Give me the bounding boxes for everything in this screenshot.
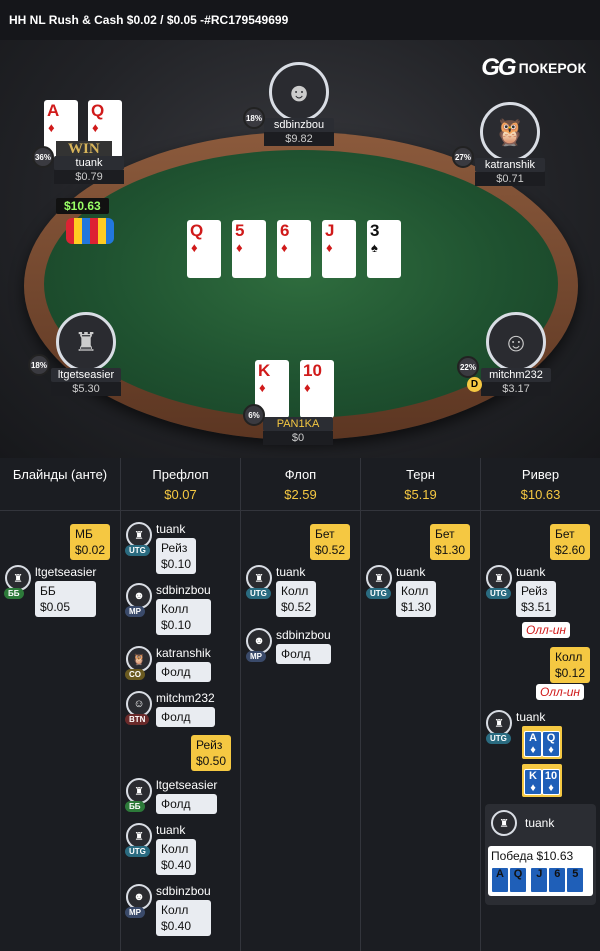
equity-badge: 36% — [32, 146, 54, 168]
equity-badge: 18% — [243, 107, 265, 129]
dealer-button: D — [467, 377, 482, 392]
equity-badge: 27% — [452, 146, 474, 168]
col-blinds: Блайнды (анте) — [12, 467, 108, 482]
seat-top[interactable]: ☻ sdbinzbou $9.82 — [264, 62, 334, 146]
position-badge: BTN — [125, 714, 150, 725]
col-flop: Флоп $2.59 — [284, 467, 317, 502]
col-preflop: Префлоп $0.07 — [152, 467, 209, 502]
hole-card: 10 ♦ — [300, 360, 334, 418]
action-bubble: Рейз $0.50 — [191, 735, 232, 771]
seat-bottom[interactable]: PAN1KA $0 — [263, 417, 333, 445]
position-badge: UTG — [125, 846, 150, 857]
board-card: 6 ♦ — [277, 220, 311, 278]
chip-stack — [66, 218, 114, 244]
avatar: ☺ — [486, 312, 546, 372]
action-bubble: Бет $1.30 — [430, 524, 471, 560]
board-card: J ♦ — [322, 220, 356, 278]
seat-topright[interactable]: 🦉 katranshik $0.71 — [475, 102, 545, 186]
seat-left[interactable]: ♜ ltgetseasier $5.30 — [51, 312, 121, 396]
logo: GG ПОКЕРОК — [481, 54, 586, 81]
seat-topleft[interactable]: tuank $0.79 — [54, 156, 124, 184]
pot-amount: $10.63 — [56, 198, 109, 214]
board-card: 5 ♦ — [232, 220, 266, 278]
position-badge: CO — [125, 669, 145, 680]
avatar: ☻ — [269, 62, 329, 122]
avatar: ♜ — [56, 312, 116, 372]
position-badge: MP — [125, 606, 145, 617]
action-bubble: Бет $0.52 — [310, 524, 351, 560]
action-bubble: Бет $2.60 — [550, 524, 591, 560]
hand-title: HH NL Rush & Cash $0.02 / $0.05 -#RC1795… — [0, 0, 600, 40]
position-badge: MP — [125, 907, 145, 918]
seat-right[interactable]: ☺ mitchm232 $3.17 — [481, 312, 551, 396]
col-turn: Терн $5.19 — [404, 467, 437, 502]
equity-badge: 6% — [243, 404, 265, 426]
col-river: Ривер $10.63 — [520, 467, 561, 502]
position-badge: UTG — [125, 545, 150, 556]
winner-panel: ♜ tuank Победа $10.63 AQ J65 — [485, 804, 596, 905]
action-bubble: МБ $0.02 — [70, 524, 111, 560]
equity-badge: 22% — [457, 356, 479, 378]
board-card: Q ♦ — [187, 220, 221, 278]
poker-table: GG ПОКЕРОК ☻ sdbinzbou $9.82 18% A ♦ Q ♦ WI… — [0, 40, 600, 458]
avatar: 🦉 — [480, 102, 540, 162]
hand-history: Блайнды (анте) Префлоп $0.07 Флоп $2.59 Те… — [0, 458, 600, 951]
board-card: 3 ♠ — [367, 220, 401, 278]
position-badge: ББ — [125, 801, 145, 812]
equity-badge: 18% — [28, 354, 50, 376]
